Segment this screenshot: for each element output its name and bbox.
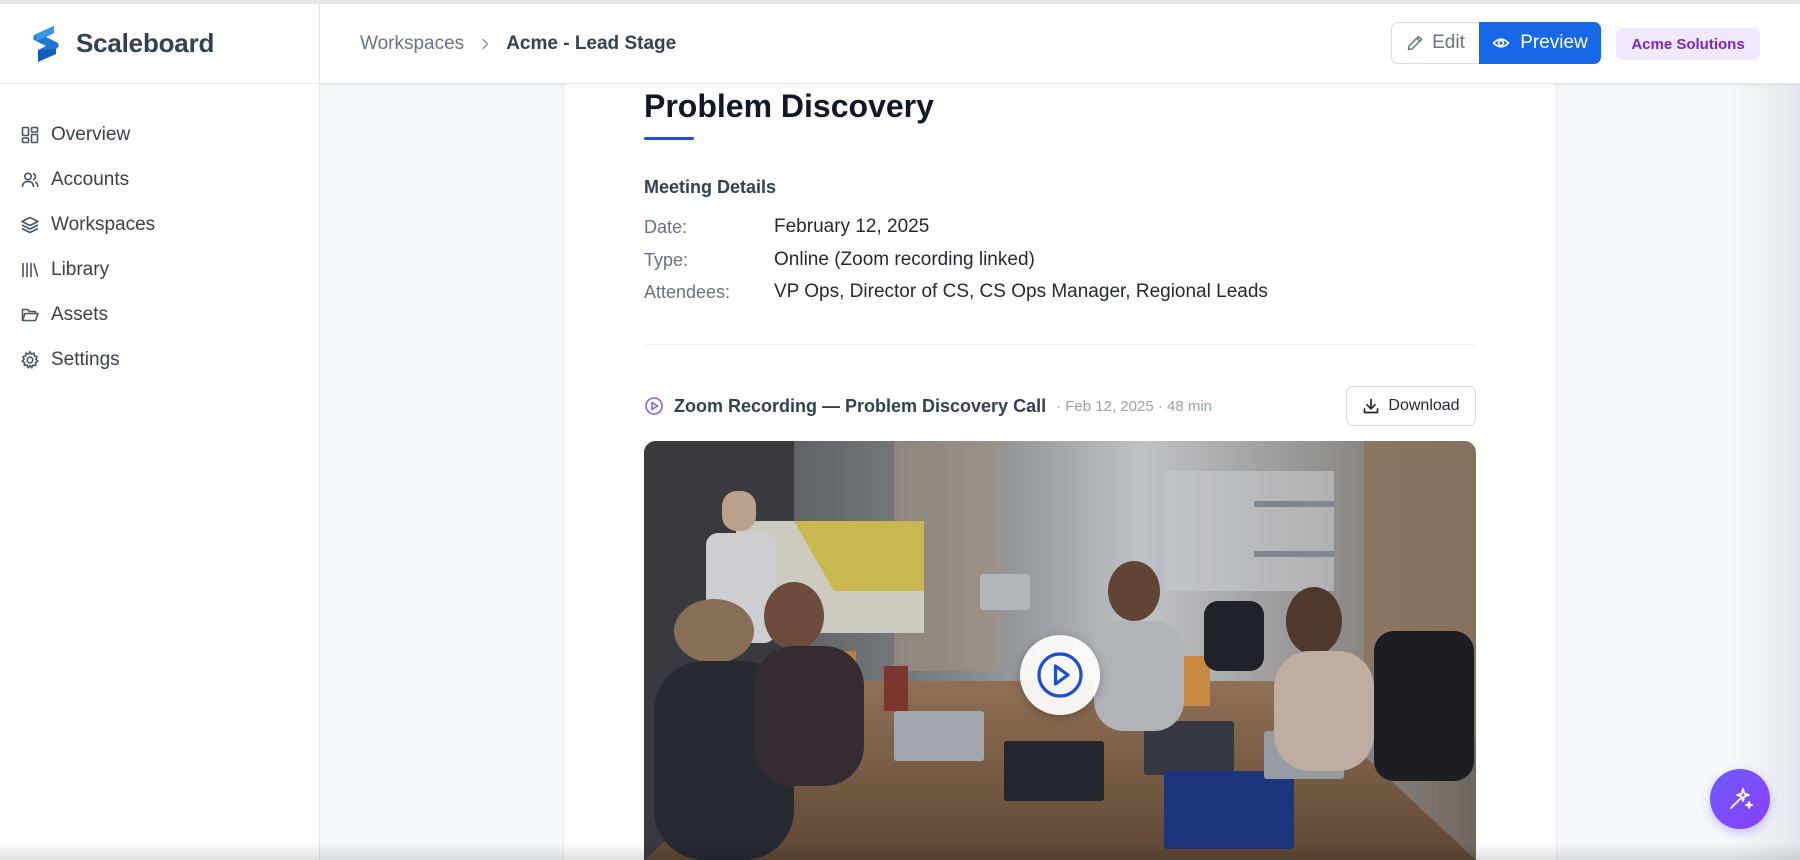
play-circle-icon [645, 397, 663, 415]
sidebar-item-settings[interactable]: Settings [0, 337, 319, 382]
sidebar-item-library[interactable]: Library [0, 247, 319, 292]
download-icon [1364, 398, 1379, 414]
top-header: Workspaces Acme - Lead Stage Edit Previe… [320, 4, 1800, 84]
recording-title: Zoom Recording — Problem Discovery Call [674, 395, 1047, 416]
breadcrumb-current: Acme - Lead Stage [506, 33, 677, 54]
layers-icon [21, 216, 39, 233]
breadcrumb-workspaces-link[interactable]: Workspaces [360, 33, 464, 55]
play-circle-icon [1037, 652, 1083, 698]
detail-value: February 12, 2025 [774, 216, 930, 237]
sidebar-item-label: Library [51, 258, 110, 280]
chevron-right-icon [482, 38, 489, 50]
workspace-page-panel: Problem Discovery Meeting Details Date: … [563, 84, 1557, 860]
detail-label: Type: [644, 249, 689, 270]
organization-badge[interactable]: Acme Solutions [1616, 28, 1760, 60]
video-play-button[interactable] [1020, 635, 1100, 715]
recording-header: Zoom Recording — Problem Discovery Call … [644, 386, 1476, 426]
brand[interactable]: Scaleboard [0, 4, 319, 84]
scroll-edge-shadow [1730, 84, 1800, 860]
sidebar-item-label: Assets [51, 303, 109, 325]
recording-meta: · Feb 12, 2025 · 48 min [1056, 397, 1213, 415]
eye-icon [1492, 38, 1510, 48]
breadcrumb: Workspaces Acme - Lead Stage [360, 4, 676, 84]
sidebar-item-label: Accounts [51, 168, 130, 190]
sidebar-item-assets[interactable]: Assets [0, 292, 319, 337]
library-icon [22, 262, 39, 277]
detail-value: Online (Zoom recording linked) [774, 249, 1035, 270]
scaleboard-logo-icon [33, 25, 59, 62]
sidebar: Scaleboard Overview Accounts Workspaces … [0, 4, 320, 860]
users-icon [21, 171, 39, 187]
detail-row-type: Type: Online (Zoom recording linked) [644, 247, 1035, 273]
video-player[interactable] [644, 441, 1476, 860]
page-title: Problem Discovery [644, 88, 934, 124]
meeting-details-heading: Meeting Details [644, 177, 777, 197]
section-divider [644, 344, 1476, 345]
download-button[interactable]: Download [1346, 386, 1476, 426]
sidebar-item-label: Settings [51, 348, 120, 370]
edit-button[interactable]: Edit [1391, 22, 1479, 64]
sidebar-item-label: Overview [51, 123, 131, 145]
gear-icon [21, 349, 39, 369]
detail-label: Attendees: [644, 281, 731, 302]
folder-icon [21, 308, 39, 321]
edit-button-label: Edit [1432, 32, 1465, 53]
pencil-icon [1407, 35, 1423, 51]
sidebar-item-workspaces[interactable]: Workspaces [0, 202, 319, 247]
detail-value: VP Ops, Director of CS, CS Ops Manager, … [774, 281, 1268, 302]
title-underline [644, 137, 694, 140]
bottom-edge-shadow [0, 842, 1800, 860]
detail-label: Date: [644, 216, 688, 237]
sparkle-wand-icon [1730, 788, 1753, 809]
sidebar-nav: Overview Accounts Workspaces Library Ass… [0, 84, 319, 382]
grid-icon [21, 126, 39, 143]
ai-assistant-button[interactable] [1710, 769, 1770, 829]
preview-button-label: Preview [1520, 32, 1588, 53]
detail-row-date: Date: February 12, 2025 [644, 214, 929, 240]
download-button-label: Download [1388, 397, 1460, 414]
detail-row-attendees: Attendees: VP Ops, Director of CS, CS Op… [644, 279, 1268, 305]
sidebar-item-overview[interactable]: Overview [0, 112, 319, 157]
sidebar-item-accounts[interactable]: Accounts [0, 157, 319, 202]
preview-button[interactable]: Preview [1479, 22, 1601, 64]
edit-preview-toggle: Edit Preview [1391, 22, 1601, 64]
brand-name: Scaleboard [76, 28, 215, 58]
sidebar-item-label: Workspaces [51, 213, 156, 235]
